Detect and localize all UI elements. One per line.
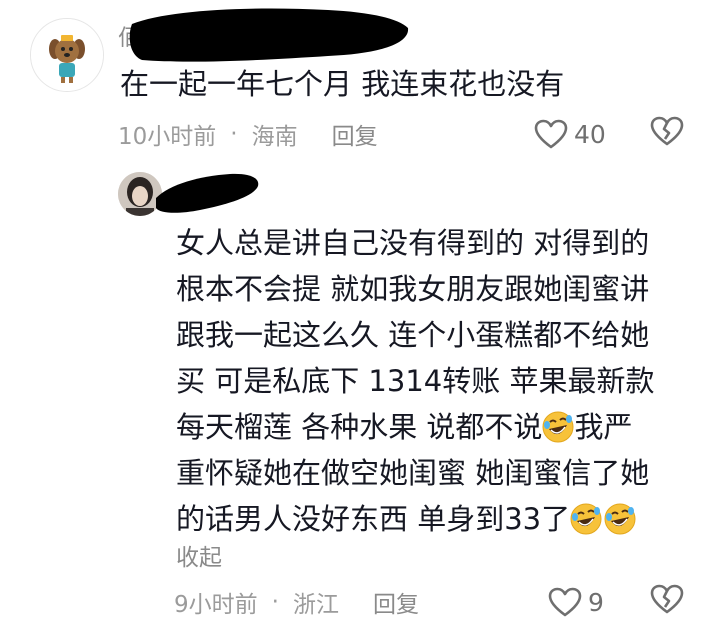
reply-line-part: 的话男人没好东西 单身到33了 <box>176 502 571 536</box>
like-count: 40 <box>574 119 606 149</box>
reply-line: 重怀疑她在做空她闺蜜 她闺蜜信了她 <box>176 456 650 490</box>
reply-line-part: 每天榴莲 各种水果 说都不说 <box>176 410 543 444</box>
reply-meta: 9小时前 · 浙江 回复 <box>174 584 419 620</box>
reply-button[interactable]: 回复 <box>332 117 378 151</box>
reply-line: 每天榴莲 各种水果 说都不说 我严 <box>176 404 696 450</box>
heart-outline-icon <box>534 119 568 149</box>
dislike-button[interactable] <box>650 116 684 150</box>
rolling-laughing-emoji-icon <box>604 503 636 535</box>
heart-outline-icon <box>548 587 582 617</box>
meta-separator: · <box>271 589 279 615</box>
reply-button[interactable]: 回复 <box>373 585 419 619</box>
like-count: 9 <box>588 587 604 617</box>
reply-location: 浙江 <box>292 592 339 618</box>
reply-line: 买 可是私底下 1314转账 苹果最新款 <box>176 364 655 398</box>
comment-text: 在一起一年七个月 我连束花也没有 <box>120 67 565 101</box>
commenter-avatar[interactable] <box>30 18 104 92</box>
comment-location: 海南 <box>251 124 298 150</box>
collapse-button[interactable]: 收起 <box>176 538 222 572</box>
username-redaction <box>129 8 409 62</box>
broken-heart-icon <box>650 584 684 614</box>
meta-separator: · <box>230 121 238 147</box>
rolling-laughing-emoji-icon <box>542 411 574 443</box>
comment-meta: 10小时前 · 海南 回复 <box>118 116 378 152</box>
reply-line: 跟我一起这么久 连个小蛋糕都不给她 <box>176 318 650 352</box>
reply-line: 根本不会提 就如我女朋友跟她闺蜜讲 <box>176 272 650 306</box>
reply-line-part: 我严 <box>574 410 633 444</box>
broken-heart-icon <box>650 116 684 146</box>
reply-line: 女人总是讲自己没有得到的 对得到的 <box>176 226 650 260</box>
reply-time: 9小时前 <box>174 592 258 618</box>
reply-text: 女人总是讲自己没有得到的 对得到的 根本不会提 就如我女朋友跟她闺蜜讲 跟我一起… <box>176 220 696 542</box>
rolling-laughing-emoji-icon <box>570 503 602 535</box>
dog-avatar-icon <box>31 19 103 91</box>
reply-username-redaction <box>156 173 259 213</box>
dislike-button[interactable] <box>650 584 684 618</box>
reply-line: 的话男人没好东西 单身到33了 <box>176 496 696 542</box>
comment-time: 10小时前 <box>118 124 217 150</box>
like-button[interactable]: 9 <box>548 582 604 622</box>
like-button[interactable]: 40 <box>534 114 606 154</box>
